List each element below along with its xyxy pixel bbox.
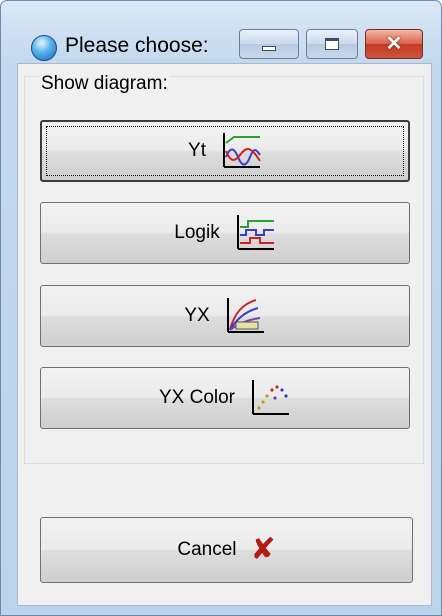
title-bar[interactable]: Please choose: ✕ (1, 1, 441, 63)
minimize-button[interactable] (239, 29, 299, 59)
dialog-client-area: Show diagram: Yt Logik YX YX Color Cance… (17, 63, 432, 606)
yt-button-label: Yt (188, 140, 206, 161)
app-globe-icon (31, 35, 57, 61)
maximize-button[interactable] (306, 29, 358, 59)
yt-button[interactable]: Yt (40, 120, 410, 182)
scatter-chart-icon (252, 380, 290, 415)
yx-button[interactable]: YX (40, 285, 410, 347)
minimize-icon (262, 45, 276, 51)
cancel-button[interactable]: Cancel ✘ (40, 517, 413, 583)
close-icon: ✕ (385, 33, 403, 55)
group-label: Show diagram: (39, 73, 170, 95)
yx-color-button[interactable]: YX Color (40, 367, 410, 429)
close-button[interactable]: ✕ (365, 29, 423, 59)
dialog-window: Please choose: ✕ Show diagram: Yt Logik … (0, 0, 442, 616)
cancel-x-icon: ✘ (250, 532, 276, 567)
cancel-button-label: Cancel (177, 539, 237, 560)
yx-chart-icon (226, 298, 264, 333)
maximize-icon (325, 38, 339, 50)
show-diagram-group: Show diagram: Yt Logik YX YX Color (24, 73, 424, 464)
logic-chart-icon (236, 215, 274, 250)
logik-button-label: Logik (174, 222, 220, 243)
yt-chart-icon (222, 133, 261, 168)
window-title: Please choose: (65, 34, 209, 57)
logik-button[interactable]: Logik (40, 202, 410, 264)
yx-button-label: YX (184, 305, 210, 326)
yx-color-button-label: YX Color (158, 387, 236, 408)
